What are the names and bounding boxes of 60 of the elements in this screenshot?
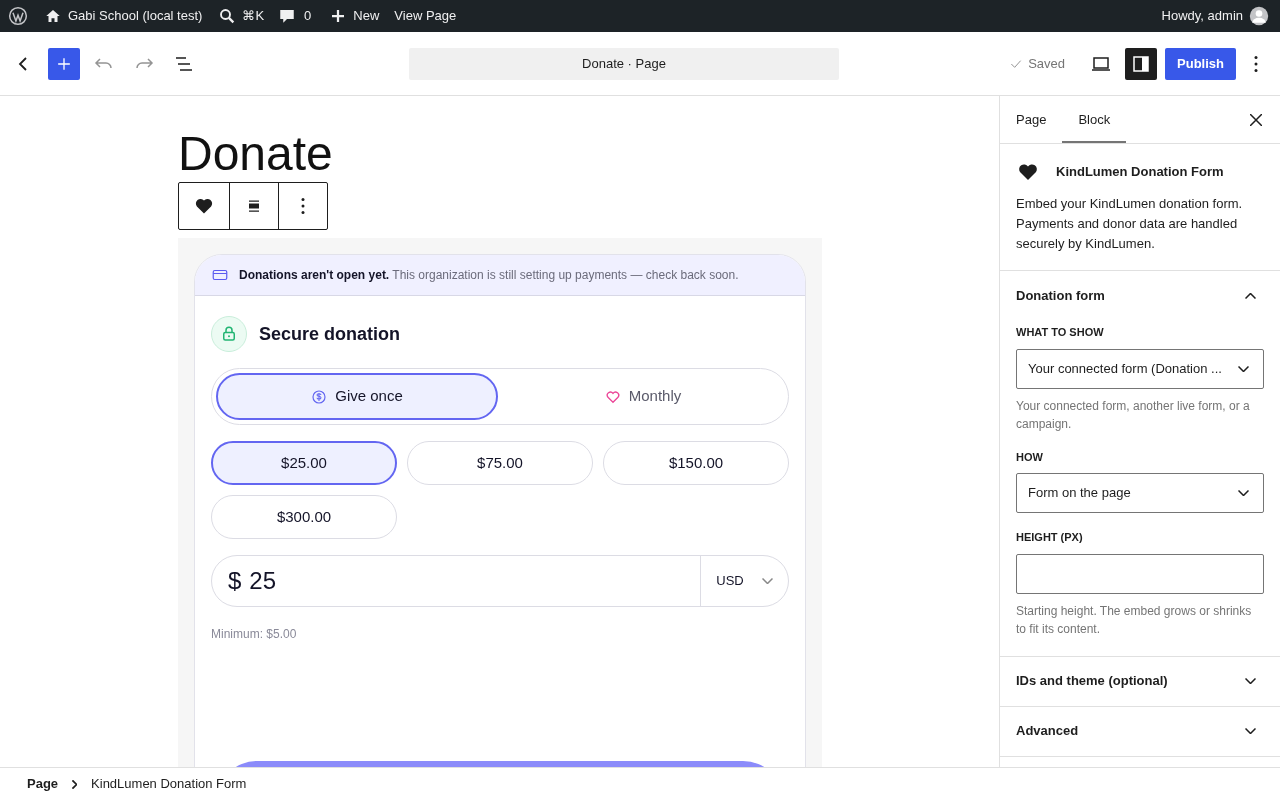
more-options-icon bbox=[301, 198, 305, 214]
amount-option[interactable]: $150.00 bbox=[603, 441, 789, 485]
field-label: HOW bbox=[1016, 449, 1044, 465]
dollar-circle-icon bbox=[311, 388, 328, 405]
home-icon bbox=[44, 7, 62, 25]
amount-option[interactable]: $75.00 bbox=[407, 441, 593, 485]
close-icon bbox=[1250, 113, 1262, 126]
chevron-right-icon bbox=[72, 779, 78, 789]
page-title[interactable]: Donate bbox=[178, 128, 333, 180]
field-label: WHAT TO SHOW bbox=[1016, 325, 1105, 340]
chevron-down-icon bbox=[1238, 365, 1249, 372]
help-text: Your connected form, another live form, or a campaign. bbox=[1016, 397, 1251, 433]
frequency-option[interactable]: Monthly bbox=[502, 373, 784, 420]
input-field[interactable] bbox=[1016, 553, 1264, 594]
sidebar-tab[interactable]: Page bbox=[1000, 96, 1063, 143]
block-description: Embed your KindLumen donation form. Payments and donor data are handled securely by KindLumen. bbox=[1016, 195, 1244, 253]
sidebar-tab[interactable]: Block bbox=[1062, 96, 1127, 143]
breadcrumb-link[interactable]: KindLumen Donation Form bbox=[91, 774, 247, 794]
panel-header[interactable]: Advanced bbox=[1000, 706, 1280, 756]
wordpress-logo-icon[interactable] bbox=[8, 6, 28, 26]
document-title-bar[interactable]: Donate · Page bbox=[409, 48, 839, 80]
block-name: KindLumen Donation Form bbox=[1056, 163, 1224, 182]
site-link[interactable]: Gabi School (local test) bbox=[44, 6, 203, 26]
form-heading: Secure donation bbox=[259, 322, 401, 346]
chevron-down-icon bbox=[1245, 678, 1256, 684]
amount-value: 25 bbox=[249, 566, 277, 596]
chevron-down-icon bbox=[1238, 490, 1249, 496]
chevron-up-icon bbox=[1245, 292, 1256, 299]
amount-option[interactable]: $25.00 bbox=[211, 441, 397, 485]
more-options-icon[interactable] bbox=[1254, 55, 1258, 72]
frequency-option[interactable]: Give once bbox=[216, 373, 498, 420]
avatar-icon bbox=[1249, 6, 1269, 26]
help-text: Starting height. The embed grows or shrinks to fit its content. bbox=[1016, 602, 1253, 638]
search-icon bbox=[218, 7, 237, 25]
lock-icon bbox=[220, 325, 238, 343]
currency-symbol: $ bbox=[228, 566, 242, 596]
account-link[interactable]: Howdy, admin bbox=[1161, 6, 1269, 26]
comments-link[interactable]: 0 bbox=[278, 6, 312, 26]
settings-toggle-button[interactable] bbox=[1125, 47, 1158, 80]
chevron-down-icon bbox=[761, 578, 773, 584]
minimum-note: Minimum: $5.00 bbox=[211, 626, 298, 643]
new-link[interactable]: New bbox=[329, 6, 380, 26]
search-shortcut-link[interactable]: ⌘K bbox=[218, 6, 265, 26]
saved-status: Saved bbox=[1008, 53, 1066, 74]
breadcrumb-link[interactable]: Page bbox=[27, 774, 59, 794]
panel-header[interactable]: Donation form bbox=[1000, 271, 1280, 320]
add-block-button[interactable] bbox=[48, 47, 80, 80]
publish-button[interactable]: Publish bbox=[1165, 47, 1236, 80]
field-label: HEIGHT (PX) bbox=[1016, 530, 1084, 545]
select-field[interactable]: Form on the page bbox=[1016, 473, 1264, 513]
select-field[interactable]: Your connected form (Donation ... bbox=[1016, 348, 1264, 389]
currency-select[interactable]: USD bbox=[700, 556, 788, 606]
heart-icon bbox=[604, 388, 621, 405]
view-page-link[interactable]: View Page bbox=[394, 6, 457, 26]
panel-header[interactable]: IDs and theme (optional) bbox=[1000, 656, 1280, 706]
comment-icon bbox=[278, 7, 297, 25]
heart-icon bbox=[194, 196, 214, 216]
chevron-down-icon bbox=[1245, 728, 1256, 734]
amount-option[interactable]: $300.00 bbox=[211, 495, 397, 539]
notice-text: Donations aren't open yet. This organization is still setting up payments — check back soon. bbox=[239, 267, 739, 284]
